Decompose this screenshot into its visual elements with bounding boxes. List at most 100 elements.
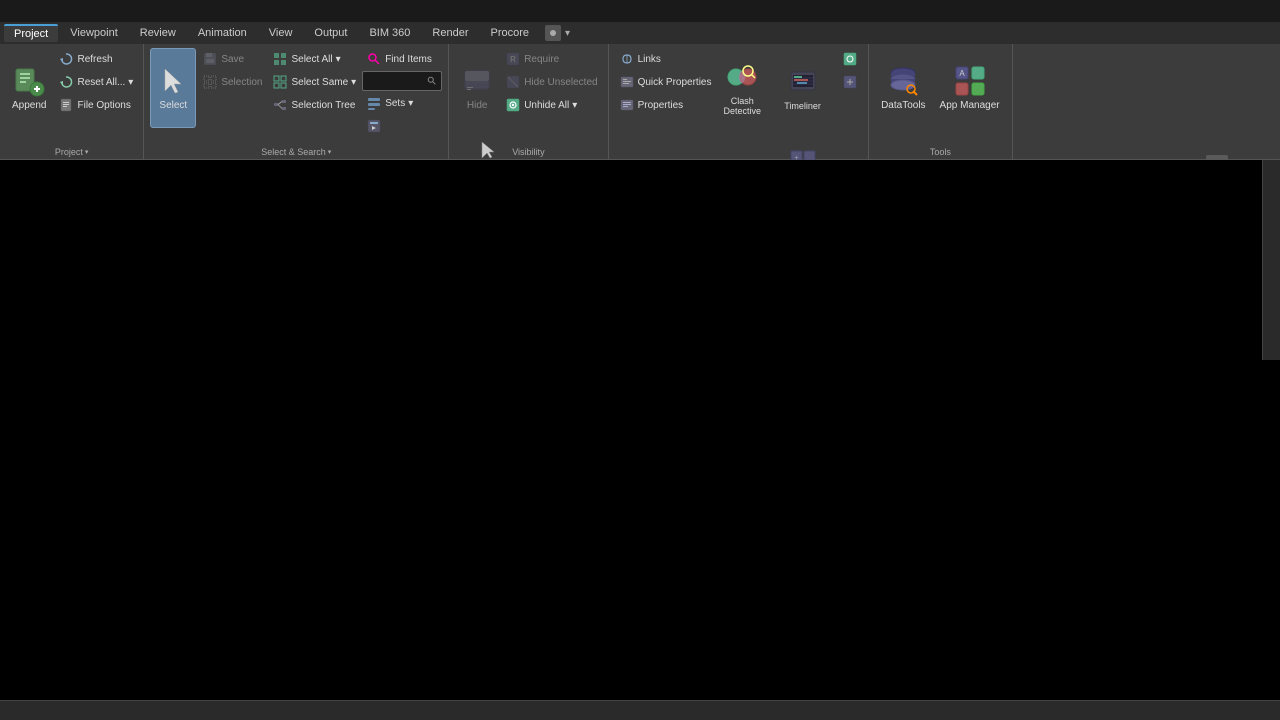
display-small-col: Links Quick Properties	[615, 48, 716, 116]
menu-tab-procore[interactable]: Procore	[480, 25, 539, 41]
extras-icon[interactable]	[545, 25, 561, 41]
menu-tab-viewpoint[interactable]: Viewpoint	[60, 25, 128, 41]
select-chevron: ▾	[328, 148, 332, 156]
display-icon1-button[interactable]	[838, 48, 862, 70]
timeliner-button[interactable]: Timeliner	[769, 48, 836, 128]
select-icon	[157, 65, 189, 97]
hide-unselected-icon	[505, 74, 521, 90]
ribbon-section-project: Append Refresh	[0, 44, 144, 159]
links-button[interactable]: Links	[615, 48, 716, 70]
select-button[interactable]: Select	[150, 48, 196, 128]
menu-tab-review[interactable]: Review	[130, 25, 186, 41]
select-all-col: Select All ▾ Select Same ▾	[268, 48, 360, 116]
reset-icon	[58, 74, 74, 90]
selection-tree-button[interactable]: Selection Tree	[268, 94, 360, 116]
quick-properties-button[interactable]: Quick Properties	[615, 71, 716, 93]
selection-icon	[202, 74, 218, 90]
select-same-arrow: ▾	[351, 77, 356, 88]
properties-button[interactable]: Properties	[615, 94, 716, 116]
app-manager-button[interactable]: A App Manager	[934, 48, 1006, 128]
visibility-section-label: Visibility	[455, 145, 601, 157]
properties-label: Properties	[638, 100, 684, 111]
save-icon	[202, 51, 218, 67]
menu-tab-animation[interactable]: Animation	[188, 25, 257, 41]
find-items-label: Find Items	[385, 54, 432, 65]
clash-detective-icon	[726, 61, 758, 93]
ribbon-section-select: Select Save	[144, 44, 449, 159]
menu-bar: Project Viewpoint Review Animation View …	[0, 22, 1280, 44]
ribbon: Append Refresh	[0, 44, 1280, 160]
select-same-label: Select Same	[291, 77, 348, 88]
extras-arrow[interactable]: ▾	[565, 28, 570, 39]
selection-tree-label: Selection Tree	[291, 100, 355, 111]
select-all-button[interactable]: Select All ▾	[268, 48, 360, 70]
tools-section-label: Tools	[875, 145, 1006, 157]
find-sets-col: Find Items	[362, 48, 442, 137]
svg-text:A: A	[959, 69, 965, 78]
require-icon: R	[505, 51, 521, 67]
clash-detective-button[interactable]: ClashDetective	[718, 48, 768, 128]
search-box[interactable]	[362, 71, 442, 91]
datatools-icon	[887, 65, 919, 97]
ribbon-empty-space	[1013, 44, 1280, 159]
unhide-all-label: Unhide All	[524, 100, 569, 111]
hide-label: Hide	[467, 100, 488, 111]
properties-icon	[619, 97, 635, 113]
quick-properties-icon	[619, 74, 635, 90]
reset-all-button[interactable]: Reset All... ▾	[54, 71, 137, 93]
hide-unselected-label: Hide Unselected	[524, 77, 597, 88]
select-label: Select	[159, 100, 187, 111]
select-same-button[interactable]: Select Same ▾	[268, 71, 360, 93]
select-content: Select Save	[150, 48, 442, 145]
app-manager-label: App Manager	[940, 100, 1000, 111]
sets-icon	[366, 95, 382, 111]
find-items-icon	[366, 51, 382, 67]
display-extra-col	[838, 48, 862, 93]
menu-tab-home[interactable]: Project	[4, 24, 58, 42]
save-search-icon	[366, 118, 382, 134]
visibility-small-col: R Require Hide Unselected	[501, 48, 601, 116]
search-input[interactable]	[367, 76, 427, 87]
save-search-button[interactable]	[362, 115, 442, 137]
reset-all-arrow: ▾	[128, 77, 133, 88]
project-section-label: Project ▾	[6, 145, 137, 157]
refresh-button[interactable]: Refresh	[54, 48, 137, 70]
tools-content: DataTools A App Manager	[875, 48, 1006, 145]
sets-button[interactable]: Sets ▾	[362, 92, 442, 114]
menu-tab-view[interactable]: View	[259, 25, 303, 41]
unhide-all-arrow: ▾	[572, 100, 577, 111]
save-button: Save	[198, 48, 266, 70]
menu-tab-bim360[interactable]: BIM 360	[359, 25, 420, 41]
status-bar	[0, 700, 1280, 720]
hide-button: Hide	[455, 48, 499, 128]
clash-detective-label: ClashDetective	[724, 96, 762, 116]
file-options-button[interactable]: File Options	[54, 94, 137, 116]
right-side-panel	[1262, 160, 1280, 360]
unhide-all-icon	[505, 97, 521, 113]
project-chevron: ▾	[85, 148, 89, 156]
app-manager-icon: A	[954, 65, 986, 97]
save-label: Save	[221, 54, 244, 65]
ribbon-section-visibility: Hide R Require	[449, 44, 608, 159]
datatools-label: DataTools	[881, 100, 925, 111]
sets-label: Sets	[385, 98, 405, 109]
menu-tab-output[interactable]: Output	[304, 25, 357, 41]
select-all-arrow: ▾	[336, 54, 341, 65]
append-button[interactable]: Append	[6, 48, 52, 128]
menu-tab-render[interactable]: Render	[422, 25, 478, 41]
selection-label-btn: Selection	[198, 71, 266, 93]
datatools-button[interactable]: DataTools	[875, 48, 931, 128]
unhide-all-button[interactable]: Unhide All ▾	[501, 94, 601, 116]
timeliner-icon	[787, 66, 819, 98]
refresh-icon	[58, 51, 74, 67]
selection-text-label: Selection	[221, 77, 262, 88]
ribbon-section-tools: DataTools A App Manager Tools	[869, 44, 1013, 159]
require-button: R Require	[501, 48, 601, 70]
refresh-label: Refresh	[77, 54, 112, 65]
viewport	[0, 160, 1262, 700]
require-label: Require	[524, 54, 559, 65]
file-options-label: File Options	[77, 100, 130, 111]
display-icon2-button[interactable]	[838, 71, 862, 93]
project-content: Append Refresh	[6, 48, 137, 145]
find-items-button[interactable]: Find Items	[362, 48, 442, 70]
